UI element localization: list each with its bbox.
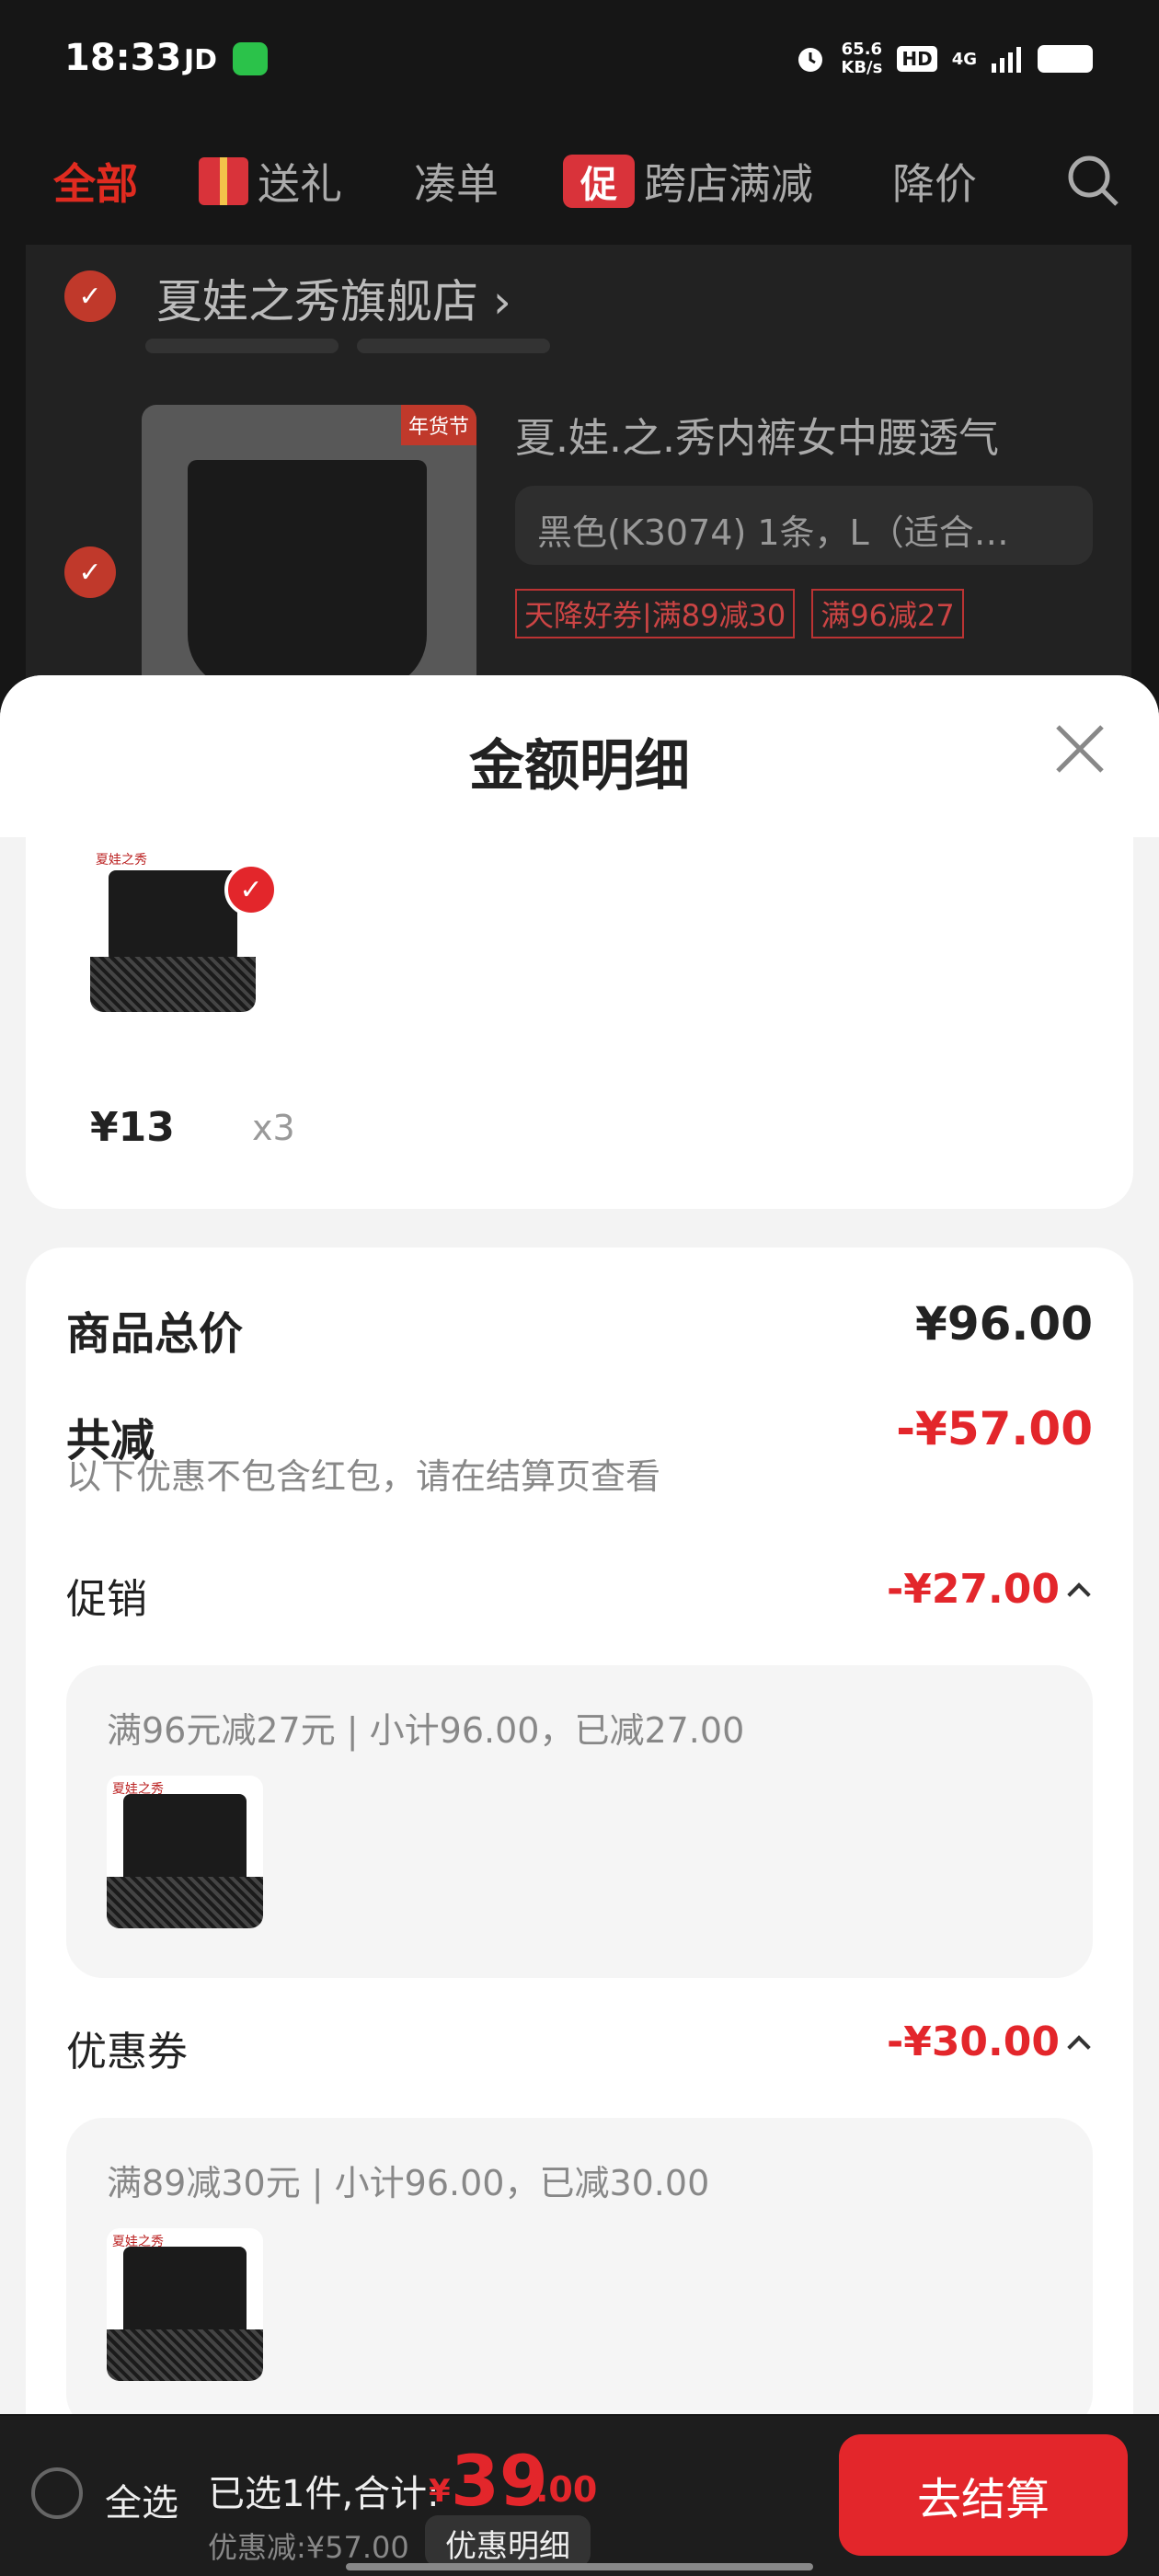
search-icon[interactable] xyxy=(1063,151,1122,210)
promo-badge-icon: 促 xyxy=(563,155,635,208)
tab-bundle[interactable]: 凑单 xyxy=(414,151,499,212)
select-all-label[interactable]: 全选 xyxy=(105,2473,178,2526)
total-integer: 39 xyxy=(451,2440,548,2522)
promo-goods-thumbnail[interactable]: 夏娃之秀 xyxy=(107,1776,263,1928)
total-decimal: .00 xyxy=(535,2469,598,2510)
promo-desc: 满96元减27元 | 小计96.00，已减27.00 xyxy=(107,1710,745,1751)
tab-bundle-label: 凑单 xyxy=(414,159,499,209)
brand-mark: 夏娃之秀 xyxy=(112,2235,164,2249)
goods-total-label: 商品总价 xyxy=(66,1308,244,1360)
jd-notification-icon: JD xyxy=(184,44,218,76)
signal-bars-icon xyxy=(992,47,1021,73)
product-shape xyxy=(188,460,427,690)
status-right-icons: 65.6 KB/s HD 4G xyxy=(795,40,1093,77)
net-speed: 65.6 KB/s xyxy=(841,40,882,77)
unit-quantity: x3 xyxy=(252,1108,295,1148)
brand-mark: 夏娃之秀 xyxy=(96,853,147,868)
tab-price-drop[interactable]: 降价 xyxy=(892,151,977,212)
product-spec-label: 黑色(K3074) 1条，L（适合… xyxy=(537,512,1009,553)
sheet-header: 金额明细 xyxy=(0,675,1159,837)
thumb-lace xyxy=(107,1877,263,1928)
promo-tag: 满96减27 xyxy=(811,589,964,638)
tab-price-drop-label: 降价 xyxy=(892,159,977,209)
tab-cross-store-label: 跨店满减 xyxy=(644,159,813,209)
discount-summary: 优惠减:¥57.00 xyxy=(208,2530,409,2565)
product-title[interactable]: 夏.娃.之.秀内裤女中腰透气 xyxy=(515,405,999,464)
checkout-bar: 全选 已选1件,合计: ¥ 39 .00 优惠减:¥57.00 优惠明细 去结算 xyxy=(0,2416,1159,2576)
thumb-lace xyxy=(107,2329,263,2381)
wechat-notification-icon xyxy=(233,42,268,75)
coupon-goods-thumbnail[interactable]: 夏娃之秀 xyxy=(107,2228,263,2381)
checkout-button[interactable]: 去结算 xyxy=(839,2434,1128,2556)
promo-toggle[interactable]: -¥27.00 xyxy=(886,1566,1091,1613)
amount-detail-card: 商品总价 ¥96.00 共减 -¥57.00 以下优惠不包含红包，请在结算页查看… xyxy=(26,1248,1133,2414)
brand-mark: 夏娃之秀 xyxy=(112,1782,164,1797)
net-speed-value: 65.6 xyxy=(841,40,883,59)
tab-all-label: 全部 xyxy=(53,159,138,209)
tab-gift[interactable]: 送礼 xyxy=(199,151,342,212)
store-pill xyxy=(145,339,339,353)
status-time: 18:33 xyxy=(64,37,182,79)
coupon-label: 优惠券 xyxy=(66,2029,188,2076)
signal-4g-icon: 4G xyxy=(951,49,977,69)
gift-icon xyxy=(199,157,248,205)
alarm-icon xyxy=(798,48,823,72)
hd-icon: HD xyxy=(897,46,937,72)
reduce-note: 以下优惠不包含红包，请在结算页查看 xyxy=(66,1456,661,1497)
reduce-value: -¥57.00 xyxy=(896,1402,1093,1455)
chevron-up-icon xyxy=(1067,1581,1091,1606)
product-check-icon[interactable]: ✓ xyxy=(64,546,116,598)
store-pill xyxy=(357,339,550,353)
goods-card: 夏娃之秀 ✓ ¥13 x3 xyxy=(26,837,1133,1209)
coupon-detail-box: 满89减30元 | 小计96.00，已减30.00 夏娃之秀 xyxy=(66,2118,1093,2414)
store-name-label: 夏娃之秀旗舰店 xyxy=(156,275,478,328)
amount-detail-sheet: 金额明细 夏娃之秀 ✓ ¥13 x3 商品总价 ¥96.00 共减 -¥57.0… xyxy=(0,675,1159,2414)
select-all-radio[interactable] xyxy=(31,2467,83,2519)
coupon-desc: 满89减30元 | 小计96.00，已减30.00 xyxy=(107,2163,710,2203)
unit-price: ¥13 xyxy=(90,1104,175,1151)
status-bar: 18:33 JD 65.6 KB/s HD 4G xyxy=(0,0,1159,114)
sheet-title: 金额明细 xyxy=(469,734,690,799)
tab-all[interactable]: 全部 xyxy=(53,151,138,212)
promo-label: 促销 xyxy=(66,1576,147,1623)
discount-detail-button[interactable]: 优惠明细 xyxy=(425,2515,591,2567)
tab-cross-store[interactable]: 促跨店满减 xyxy=(563,151,813,212)
coupon-toggle[interactable]: -¥30.00 xyxy=(886,2018,1091,2065)
promo-tag: 天降好券|满89减30 xyxy=(515,589,796,638)
home-indicator[interactable] xyxy=(346,2563,813,2570)
festival-tag: 年货节 xyxy=(401,405,476,445)
promo-value: -¥27.00 xyxy=(886,1566,1060,1613)
chevron-up-icon xyxy=(1067,2034,1091,2059)
tab-gift-label: 送礼 xyxy=(258,159,342,209)
battery-icon xyxy=(1038,45,1093,73)
thumb-lace xyxy=(90,957,256,1012)
total-currency: ¥ xyxy=(429,2473,451,2510)
coupon-value: -¥30.00 xyxy=(886,2018,1060,2065)
net-speed-unit: KB/s xyxy=(841,58,883,77)
selected-summary: 已选1件,合计: xyxy=(208,2473,440,2515)
product-spec-selector[interactable]: 黑色(K3074) 1条，L（适合… xyxy=(515,486,1093,565)
store-name[interactable]: 夏娃之秀旗舰店 › xyxy=(156,265,511,331)
close-icon[interactable] xyxy=(1050,719,1109,778)
goods-check-icon[interactable]: ✓ xyxy=(224,863,278,916)
promo-detail-box: 满96元减27元 | 小计96.00，已减27.00 夏娃之秀 xyxy=(66,1665,1093,1978)
goods-total-value: ¥96.00 xyxy=(915,1297,1093,1351)
promo-tags: 天降好券|满89减30 满96减27 xyxy=(515,589,964,638)
store-check-icon[interactable]: ✓ xyxy=(64,270,116,322)
cart-filter-tabs: 全部 送礼 凑单 促跨店满减 降价 xyxy=(0,132,1159,230)
